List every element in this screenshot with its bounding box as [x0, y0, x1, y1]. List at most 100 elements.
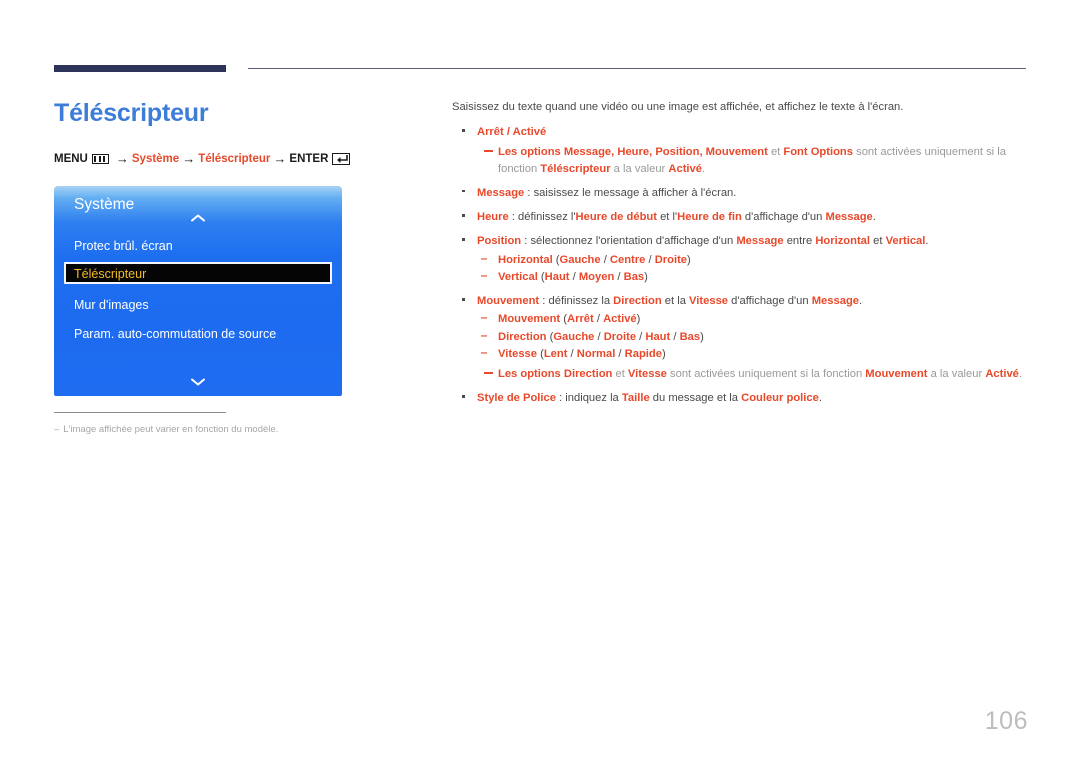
bullet-marker [462, 214, 465, 217]
note-part: Les options Message [498, 146, 612, 159]
note-part: Activé [668, 162, 702, 175]
desc-part: : définissez la [539, 295, 614, 308]
sub-part: ( [552, 253, 560, 266]
sublist-item-vitesse: ‒ Vitesse (Lent / Normal / Rapide) [477, 346, 1030, 362]
osd-item-telescripteur-label: Téléscripteur [74, 267, 147, 281]
sub-part: / [567, 347, 577, 360]
bullet-marker [462, 395, 465, 398]
chevron-up-icon[interactable] [189, 210, 207, 222]
sub-part: Lent [543, 347, 568, 360]
term-heure: Heure [477, 211, 509, 224]
desc-part: Heure de fin [677, 211, 742, 224]
sublist-item-direction: ‒ Direction (Gauche / Droite / Haut / Bas… [477, 329, 1030, 345]
sub-part: ) [644, 270, 648, 283]
note-part: a la valeur [927, 368, 986, 381]
sub-dash-icon: ‒ [481, 346, 488, 359]
desc-part: Heure de début [575, 211, 657, 224]
note-dash-icon [484, 372, 493, 374]
note-part: Mouvement [865, 368, 928, 381]
sub-part: Gauche [553, 330, 595, 343]
sub-part: / [593, 313, 604, 326]
menu-path-step-systeme[interactable]: Système [132, 153, 179, 165]
bullet-marker [462, 129, 465, 132]
osd-item-param-auto-commutation-de-source[interactable]: Param. auto-commutation de source [74, 327, 276, 341]
note-part: et [767, 146, 784, 159]
footnote-dash: ‒ [54, 424, 60, 435]
desc-part: Taille [621, 392, 650, 405]
term-message: Message [477, 186, 525, 199]
note-part: Les options Direction [498, 368, 613, 381]
sub-part: Centre [609, 253, 646, 266]
desc-part: . [872, 211, 876, 224]
sub-part: ( [560, 313, 568, 326]
osd-item-telescripteur-selected[interactable]: Téléscripteur [64, 262, 332, 284]
note-dash-icon [484, 150, 493, 152]
sub-dash-icon: ‒ [481, 252, 488, 265]
osd-menu-panel[interactable]: Système Protec brûl. écran Téléscripteur… [54, 186, 342, 396]
note-part: a la valeur [610, 162, 669, 175]
sub-dash-icon: ‒ [481, 329, 488, 342]
bullet-marker [462, 298, 465, 301]
chevron-down-icon[interactable] [189, 374, 207, 386]
sub-part: ) [700, 330, 704, 343]
sub-part: / [600, 253, 610, 266]
sub-part: ( [537, 270, 545, 283]
header-rule-thick [54, 65, 226, 72]
sub-part: Vitesse [498, 347, 537, 360]
list-item-mouvement: Mouvement : définissez la Direction et l… [452, 293, 1030, 382]
sub-part: Gauche [559, 253, 601, 266]
note-part: Heure [617, 146, 650, 159]
note-part: Activé [985, 368, 1019, 381]
sub-part: / [636, 330, 646, 343]
page-number: 106 [984, 707, 1028, 735]
feature-list: Arrêt / Activé Les options Message, Heur… [452, 124, 1030, 406]
list-item-message: Message : saisissez le message à affiche… [452, 185, 1030, 201]
sub-dash-icon: ‒ [481, 312, 488, 325]
path-arrow-3: → [273, 151, 287, 166]
sub-part: Mouvement [498, 313, 561, 326]
desc-part: . [925, 235, 929, 248]
sub-part: Bas [623, 270, 645, 283]
desc-part: Vitesse [689, 295, 729, 308]
sub-part: Normal [576, 347, 616, 360]
desc-part: . [818, 392, 822, 405]
menu-path-breadcrumb: MENU → Système → Téléscripteur → ENTER [54, 151, 351, 166]
sub-part: Haut [645, 330, 671, 343]
sub-part: Rapide [624, 347, 662, 360]
path-arrow-1: → [115, 151, 129, 166]
sub-part: / [670, 330, 680, 343]
desc-part: Vertical [885, 235, 926, 248]
sub-part: Moyen [578, 270, 615, 283]
desc-part: d'affichage d'un [728, 295, 812, 308]
desc-part: Direction [613, 295, 662, 308]
sub-part: Activé [603, 313, 637, 326]
sub-part: / [594, 330, 604, 343]
osd-item-mur-d-images[interactable]: Mur d'images [74, 298, 149, 312]
sub-part: ) [636, 313, 641, 326]
menu-label: MENU [54, 152, 88, 165]
desc-part: Message [825, 211, 873, 224]
desc-part: : définissez l' [508, 211, 576, 224]
list-item-arret-active: Arrêt / Activé Les options Message, Heur… [452, 124, 1030, 177]
path-arrow-2: → [182, 151, 196, 166]
footnote-text: L'image affichée peut varier en fonction… [63, 424, 279, 435]
sub-part: / [614, 270, 624, 283]
enter-label: ENTER [289, 152, 329, 165]
term-mouvement: Mouvement [477, 295, 540, 308]
note-message-options: Les options Message, Heure, Position, Mo… [477, 144, 1030, 176]
sub-part: Direction [498, 330, 547, 343]
note-direction-vitesse: Les options Direction et Vitesse sont ac… [477, 366, 1030, 382]
note-part: Mouvement [705, 146, 768, 159]
sub-part: Bas [679, 330, 701, 343]
note-part: . [702, 162, 706, 175]
sublist-item-mouvement: ‒ Mouvement (Arrêt / Activé) [477, 311, 1030, 327]
note-part: sont activées uniquement si la fonction [666, 368, 866, 381]
desc-part: Couleur police [741, 392, 819, 405]
sub-part: ( [536, 347, 544, 360]
osd-item-protec-brul-ecran[interactable]: Protec brûl. écran [74, 239, 173, 253]
header-rule-thin [248, 68, 1026, 69]
menu-path-step-telescripteur[interactable]: Téléscripteur [198, 153, 270, 165]
sub-part: / [615, 347, 625, 360]
desc-part: entre [783, 235, 816, 248]
page-title: Téléscripteur [54, 99, 209, 127]
